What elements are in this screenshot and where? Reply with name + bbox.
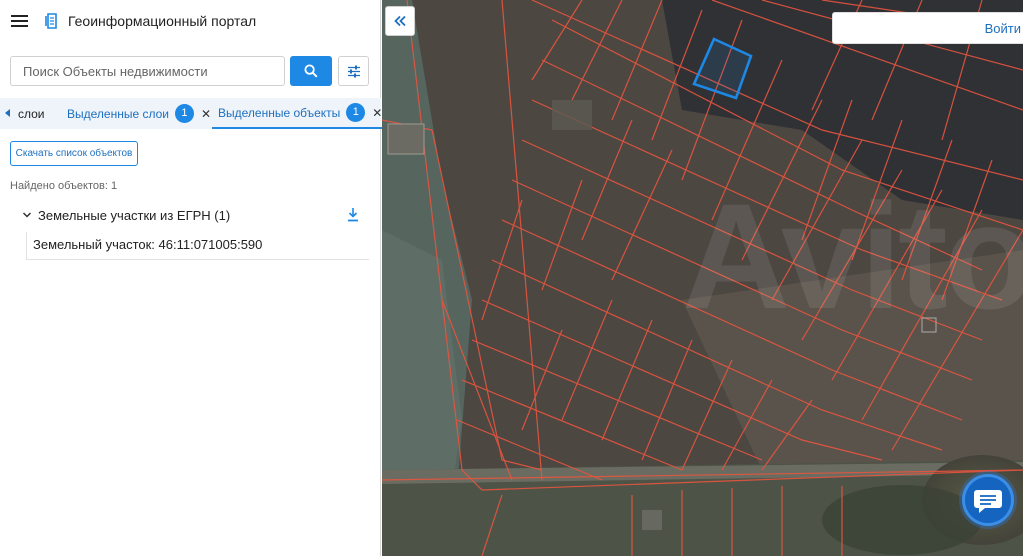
collapse-panel-button[interactable]: [385, 6, 415, 36]
app-title: Геоинформационный портал: [68, 13, 257, 29]
close-icon[interactable]: ✕: [201, 107, 211, 121]
portal-logo-icon: [45, 13, 57, 29]
map-imagery: [382, 0, 1023, 556]
found-count: Найдено объектов: 1: [10, 180, 118, 192]
tab-selected-objects-label: Выделенные объекты: [218, 105, 341, 120]
tab-bar: слои Выделенные слои 1 ✕ Выделенные объе…: [0, 98, 389, 129]
search-input[interactable]: [10, 56, 285, 86]
map-view[interactable]: Avito: [382, 0, 1023, 556]
hamburger-icon[interactable]: [11, 14, 28, 28]
filter-button[interactable]: [338, 56, 369, 86]
side-panel: Геоинформационный портал слои Выделенные…: [0, 0, 389, 556]
tab-selected-objects[interactable]: Выделенные объекты 1 ✕: [212, 98, 389, 129]
search-button[interactable]: [290, 56, 332, 86]
download-list-button[interactable]: Скачать список объектов: [10, 141, 138, 166]
count-badge: 1: [346, 103, 366, 122]
tab-layers[interactable]: слои: [18, 98, 45, 129]
tab-selected-layers[interactable]: Выделенные слои 1 ✕: [67, 98, 211, 129]
search-icon: [304, 64, 318, 78]
tab-selected-layers-label: Выделенные слои: [67, 106, 169, 121]
filter-sliders-icon: [347, 65, 360, 77]
chevron-down-icon[interactable]: [22, 210, 32, 220]
group-label: Земельные участки из ЕГРН (1): [38, 208, 231, 223]
caret-left-icon[interactable]: [3, 107, 13, 119]
tab-layers-label: слои: [18, 106, 45, 121]
close-icon[interactable]: ✕: [372, 106, 382, 120]
count-badge: 1: [174, 104, 194, 123]
download-icon[interactable]: [346, 207, 360, 222]
double-chevron-left-icon: [394, 15, 406, 27]
chat-button[interactable]: [962, 474, 1014, 526]
panel-header: Геоинформационный портал: [0, 0, 381, 44]
login-button[interactable]: Войти: [832, 12, 1023, 44]
result-group: Земельные участки из ЕГРН (1): [22, 206, 369, 228]
chat-icon: [974, 490, 1002, 513]
list-item[interactable]: Земельный участок: 46:11:071005:590: [26, 232, 369, 260]
